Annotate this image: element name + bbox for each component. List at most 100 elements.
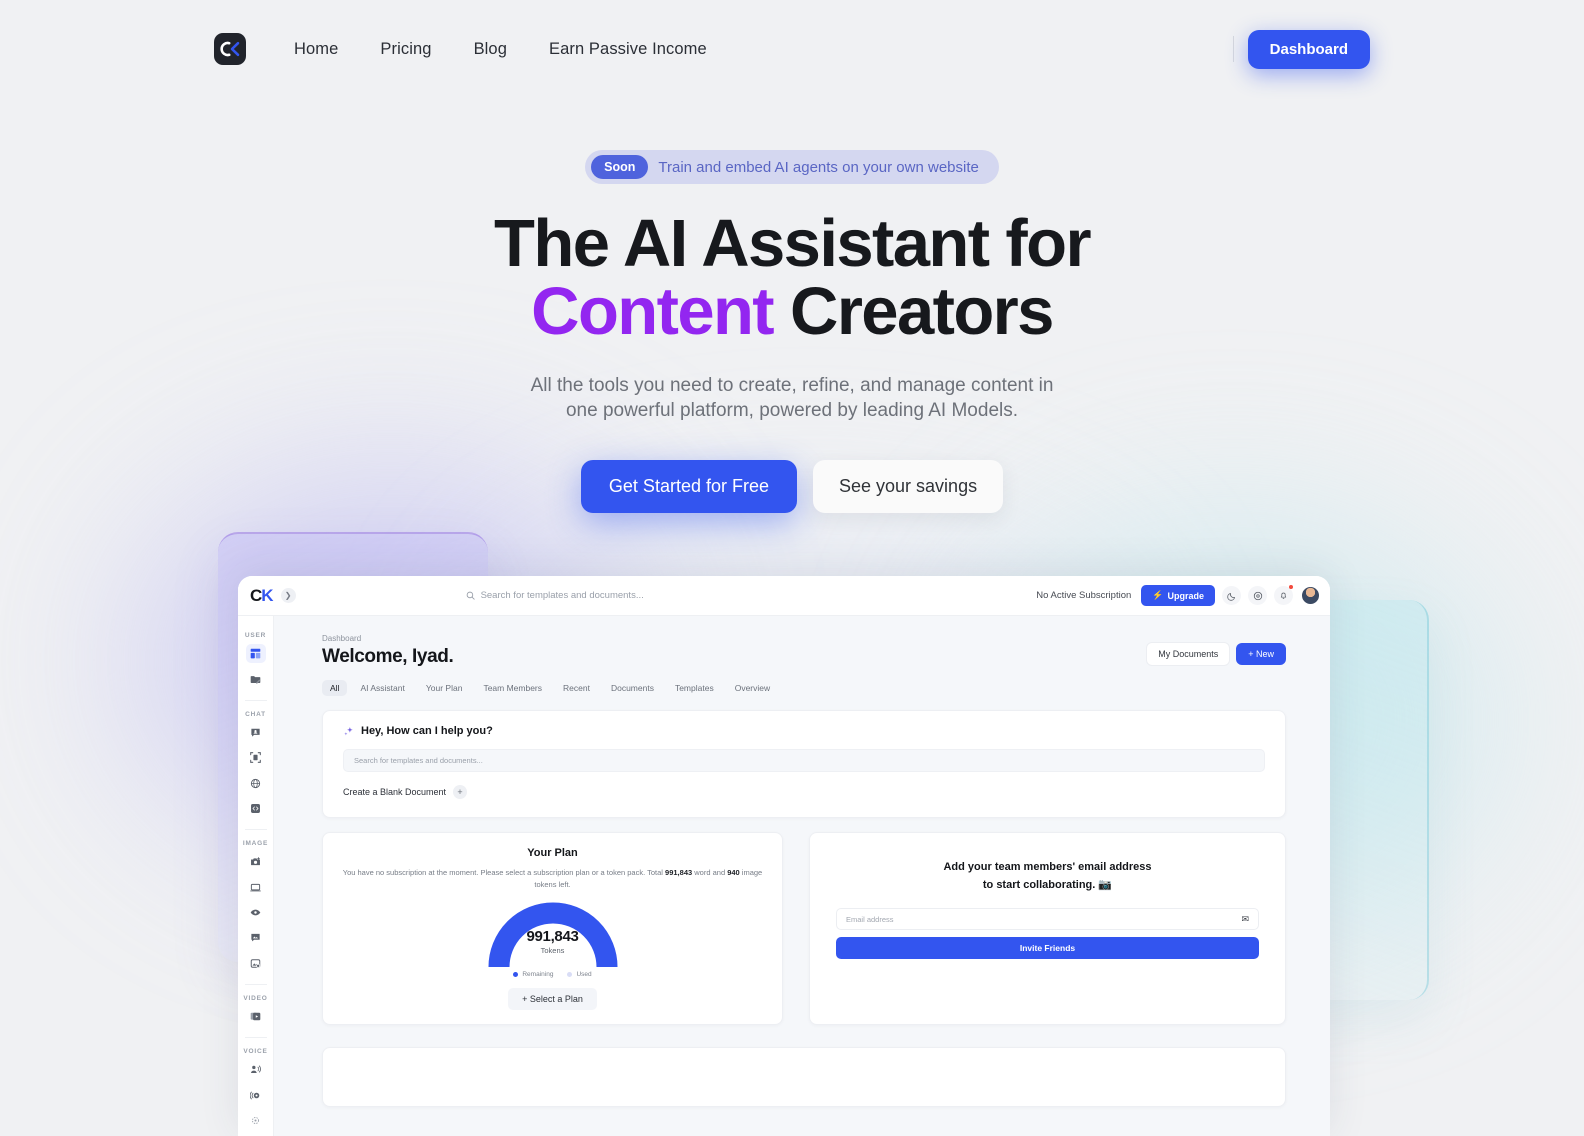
your-plan-card: Your Plan You have no subscription at th… xyxy=(322,832,783,1025)
app-main: Dashboard Welcome, Iyad. My Documents + … xyxy=(274,616,1330,1136)
sidebar-item-eye[interactable] xyxy=(246,903,266,922)
assistant-search-placeholder: Search for templates and documents... xyxy=(354,756,483,765)
sidebar-separator-4 xyxy=(245,1037,267,1038)
camera-emoji-icon: 📷 xyxy=(1098,879,1112,891)
image-settings-icon xyxy=(250,958,261,969)
plan-image-tokens: 940 xyxy=(727,868,740,877)
image-chat-icon xyxy=(250,932,261,943)
tab-documents[interactable]: Documents xyxy=(603,680,662,696)
sidebar-item-scan-document[interactable] xyxy=(246,748,266,767)
scan-document-icon xyxy=(250,752,261,763)
tab-your-plan[interactable]: Your Plan xyxy=(418,680,471,696)
sidebar-separator-3 xyxy=(245,984,267,985)
page-title: The AI Assistant for Content Creators xyxy=(0,210,1584,347)
app-body: USER CHAT xyxy=(238,616,1330,1136)
video-layers-icon xyxy=(250,1011,261,1022)
sidebar-item-monitor[interactable] xyxy=(246,877,266,896)
sidebar-group-label-voice: VOICE xyxy=(243,1048,267,1055)
sidebar-separator-2 xyxy=(245,829,267,830)
headline-line-2-rest: Creators xyxy=(773,274,1053,349)
my-documents-button[interactable]: My Documents xyxy=(1146,642,1230,666)
hero-section: Soon Train and embed AI agents on your o… xyxy=(0,150,1584,513)
sidebar-item-edit-folder[interactable] xyxy=(246,669,266,688)
hero-subtitle-line-1: All the tools you need to create, refine… xyxy=(0,373,1584,399)
ck-logo-icon[interactable] xyxy=(214,33,246,65)
audio-wave-icon xyxy=(250,1090,261,1101)
plus-icon[interactable]: + xyxy=(453,785,467,799)
legend-dot-remaining xyxy=(513,972,518,977)
nav-link-pricing[interactable]: Pricing xyxy=(380,40,431,59)
get-started-button[interactable]: Get Started for Free xyxy=(581,460,797,513)
sidebar-group-label-user: USER xyxy=(245,632,266,639)
announcement-pill[interactable]: Soon Train and embed AI agents on your o… xyxy=(585,150,999,184)
headline-line-2: Content Creators xyxy=(0,278,1584,346)
sidebar-item-globe[interactable] xyxy=(246,773,266,792)
upgrade-button[interactable]: ⚡ Upgrade xyxy=(1141,585,1215,606)
dashboard-button[interactable]: Dashboard xyxy=(1248,30,1370,69)
select-a-plan-button[interactable]: + Select a Plan xyxy=(508,988,597,1010)
sidebar-item-image-chat[interactable] xyxy=(246,928,266,947)
sidebar-item-dashboard[interactable] xyxy=(246,644,266,663)
ck-logo-glyph xyxy=(220,41,240,57)
lifebuoy-icon[interactable] xyxy=(1248,586,1267,605)
envelope-icon: ✉ xyxy=(1241,914,1249,925)
sidebar-collapse-toggle[interactable]: ❯ xyxy=(281,588,296,603)
tab-team-members[interactable]: Team Members xyxy=(475,680,550,696)
cta-row: Get Started for Free See your savings xyxy=(0,460,1584,513)
code-icon xyxy=(250,803,261,814)
nav-link-home[interactable]: Home xyxy=(294,40,338,59)
nav-link-blog[interactable]: Blog xyxy=(474,40,507,59)
welcome-heading: Welcome, Iyad. xyxy=(322,646,453,668)
assistant-search-input[interactable]: Search for templates and documents... xyxy=(343,749,1265,772)
sidebar-item-voice-network[interactable] xyxy=(246,1111,266,1130)
see-savings-button[interactable]: See your savings xyxy=(813,460,1003,513)
invite-friends-button[interactable]: Invite Friends xyxy=(836,937,1259,959)
legend-dot-used xyxy=(567,972,572,977)
top-navigation: Home Pricing Blog Earn Passive Income Da… xyxy=(0,0,1584,98)
dashboard-header-text: Dashboard Welcome, Iyad. xyxy=(322,634,453,668)
sidebar-item-speaking-person[interactable] xyxy=(246,1060,266,1079)
legend-item-used: Used xyxy=(567,971,591,978)
breadcrumb: Dashboard xyxy=(322,634,453,643)
plan-word-tokens: 991,843 xyxy=(665,868,692,877)
new-button[interactable]: + New xyxy=(1236,643,1286,665)
nav-divider xyxy=(1233,36,1234,62)
chat-person-icon xyxy=(250,727,261,738)
moon-icon[interactable] xyxy=(1222,586,1241,605)
upgrade-label: Upgrade xyxy=(1167,591,1204,601)
app-topbar: CK ❯ Search for templates and documents.… xyxy=(238,576,1330,616)
ai-assistant-card: Hey, How can I help you? Search for temp… xyxy=(322,710,1286,818)
pill-text: Train and embed AI agents on your own we… xyxy=(658,159,978,176)
notification-dot xyxy=(1289,585,1293,589)
plan-card-description: You have no subscription at the moment. … xyxy=(341,867,764,892)
tab-templates[interactable]: Templates xyxy=(667,680,722,696)
sidebar-item-code[interactable] xyxy=(246,799,266,818)
assistant-title: Hey, How can I help you? xyxy=(361,725,493,737)
app-logo[interactable]: CK xyxy=(250,586,273,606)
plan-card-title: Your Plan xyxy=(341,847,764,859)
monitor-icon xyxy=(250,882,261,893)
tab-recent[interactable]: Recent xyxy=(555,680,598,696)
sidebar-group-label-image: IMAGE xyxy=(243,840,268,847)
tab-all[interactable]: All xyxy=(322,680,347,696)
legend-label-used: Used xyxy=(576,971,591,978)
nav-link-earn-passive-income[interactable]: Earn Passive Income xyxy=(549,40,707,59)
sidebar-item-audio-wave[interactable] xyxy=(246,1085,266,1104)
sidebar-separator-1 xyxy=(245,700,267,701)
tab-overview[interactable]: Overview xyxy=(727,680,778,696)
app-search-placeholder: Search for templates and documents... xyxy=(481,590,644,601)
sidebar-item-video-layers[interactable] xyxy=(246,1007,266,1026)
email-address-field[interactable]: Email address ✉ xyxy=(836,908,1259,930)
dashboard-header-actions: My Documents + New xyxy=(1146,642,1286,666)
create-blank-document-row[interactable]: Create a Blank Document + xyxy=(343,785,1265,799)
gauge-value: 991,843 xyxy=(487,928,619,945)
sidebar-item-chat-person[interactable] xyxy=(246,723,266,742)
app-search-input[interactable]: Search for templates and documents... xyxy=(466,590,1037,601)
bell-icon[interactable] xyxy=(1274,586,1293,605)
tab-ai-assistant[interactable]: AI Assistant xyxy=(352,680,412,696)
sidebar-item-camera-plus[interactable] xyxy=(246,852,266,871)
avatar[interactable] xyxy=(1301,586,1320,605)
plan-desc-part-1: You have no subscription at the moment. … xyxy=(343,868,665,877)
bottom-card xyxy=(322,1047,1286,1107)
sidebar-item-image-settings[interactable] xyxy=(246,953,266,972)
